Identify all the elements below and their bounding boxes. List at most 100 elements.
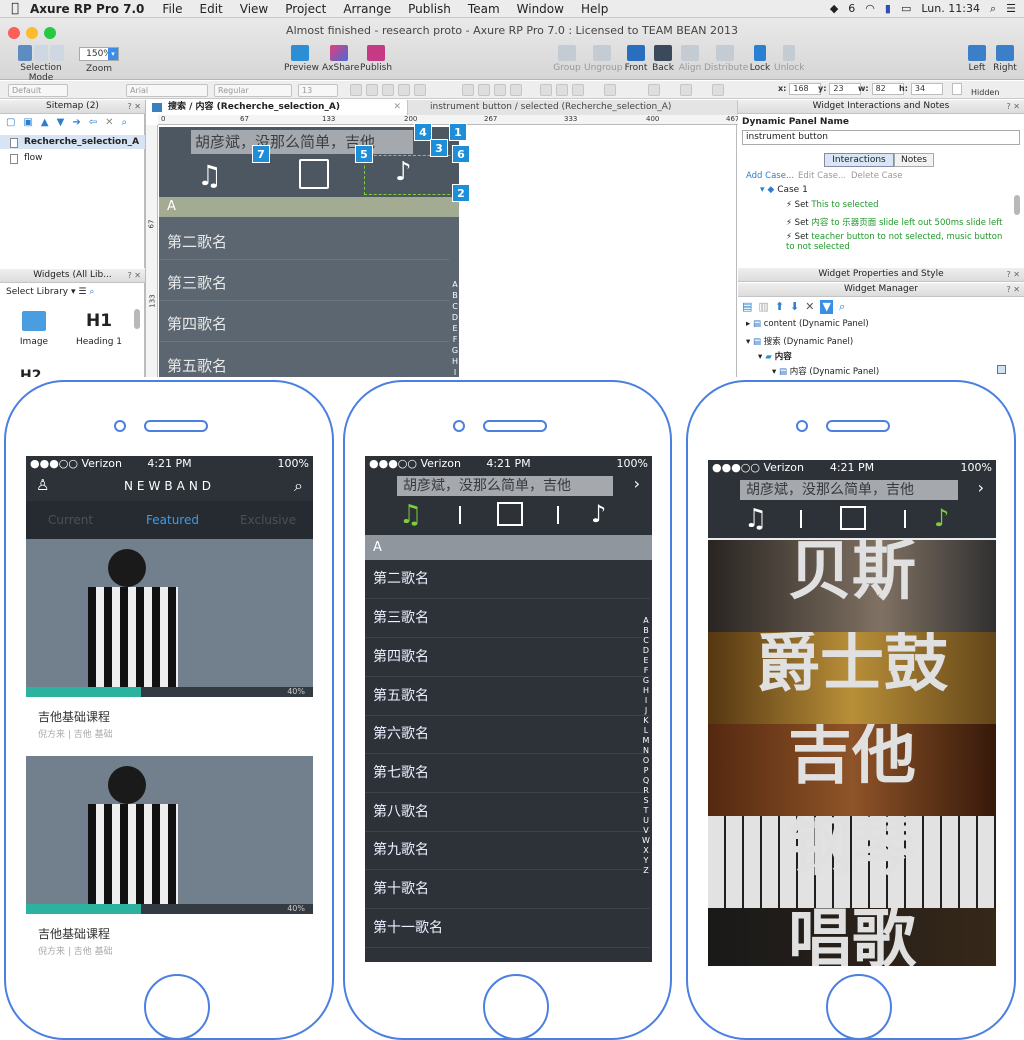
interaction-badge[interactable]: 1	[449, 123, 467, 141]
bold-button[interactable]	[350, 84, 362, 96]
tab-inactive-page[interactable]: instrument button / selected (Recherche_…	[408, 100, 738, 115]
interaction-badge[interactable]: 2	[452, 184, 470, 202]
zoom-select[interactable]: 150% ▾	[79, 47, 119, 61]
song-row[interactable]: 第六歌名	[365, 715, 650, 754]
alpha-letter[interactable]: G	[451, 345, 459, 356]
manager-tree-item[interactable]: ▾ ▰ 内容	[758, 350, 792, 362]
menu-file[interactable]: File	[162, 2, 182, 16]
unlock-button[interactable]: Unlock	[774, 45, 804, 73]
ungroup-button[interactable]: Ungroup	[584, 45, 622, 73]
mock-alpha-index[interactable]: ABCDEFGHI	[451, 279, 459, 377]
alpha-letter[interactable]: S	[641, 796, 651, 806]
add-case-link[interactable]: Add Case...	[746, 171, 794, 181]
alpha-letter[interactable]: H	[451, 356, 459, 367]
home-button[interactable]	[144, 974, 210, 1040]
border-style-button[interactable]	[712, 84, 724, 96]
indent-icon[interactable]: ➔	[72, 117, 80, 128]
search-icon[interactable]: ⌕	[294, 476, 303, 496]
move-up-icon[interactable]: ▲	[41, 117, 49, 128]
panel-name-input[interactable]: instrument button	[742, 130, 1020, 145]
interaction-badge[interactable]: 3	[430, 139, 448, 157]
valign-top-button[interactable]	[540, 84, 552, 96]
alpha-letter[interactable]: D	[451, 312, 459, 323]
outdent-icon[interactable]: ⇦	[89, 117, 97, 128]
teacher-icon[interactable]	[840, 506, 866, 530]
alpha-letter[interactable]: A	[641, 616, 651, 626]
right-panel-button[interactable]: Right	[992, 45, 1018, 73]
front-button[interactable]: Front	[623, 45, 649, 73]
align-right-button[interactable]	[494, 84, 506, 96]
x-field[interactable]: x: 168	[778, 83, 822, 95]
scrollbar[interactable]	[134, 309, 140, 329]
edit-case-link[interactable]: Edit Case...	[798, 171, 846, 181]
manager-tree-item[interactable]: ▸ ▤ content (Dynamic Panel)	[746, 319, 869, 329]
menu-icon[interactable]: ☰	[78, 287, 86, 297]
alpha-letter[interactable]: Z	[641, 866, 651, 876]
valign-middle-button[interactable]	[556, 84, 568, 96]
action-item[interactable]: ⚡ Set This to selected	[786, 200, 879, 210]
group-button[interactable]: Group	[553, 45, 581, 73]
font-color-button[interactable]	[398, 84, 410, 96]
search-box[interactable]: 胡彦斌，没那么简单，吉他	[740, 480, 958, 500]
case-item[interactable]: ▾ ◆ Case 1	[760, 185, 808, 195]
alpha-letter[interactable]: V	[641, 826, 651, 836]
course-image[interactable]	[26, 756, 313, 904]
apple-icon[interactable]: 	[0, 1, 30, 16]
course-title[interactable]: 吉他基础课程	[38, 708, 110, 725]
valign-bottom-button[interactable]	[572, 84, 584, 96]
axshare-button[interactable]: AxShare	[322, 45, 359, 73]
manager-tree-item[interactable]: ▾ ▤ 内容 (Dynamic Panel)	[772, 365, 879, 377]
guitar-icon[interactable]: ♪	[591, 500, 606, 528]
mock-song[interactable]: 第三歌名	[167, 272, 227, 293]
music-note-icon[interactable]: ♫	[197, 159, 222, 192]
x-value[interactable]: 168	[789, 83, 822, 95]
genre-drums[interactable]: 爵士鼓	[708, 632, 996, 724]
alpha-letter[interactable]: O	[641, 756, 651, 766]
selection-mode-button[interactable]: Selection Mode	[10, 45, 72, 83]
app-menu[interactable]: Axure RP Pro 7.0	[30, 2, 144, 16]
close-icon[interactable]: ✕	[393, 100, 401, 115]
alpha-letter[interactable]: J	[641, 706, 651, 716]
menu-arrange[interactable]: Arrange	[343, 2, 391, 16]
alpha-letter[interactable]: X	[641, 846, 651, 856]
music-note-icon[interactable]: ♫	[744, 504, 767, 534]
alpha-letter[interactable]: K	[641, 716, 651, 726]
bullet-button[interactable]	[414, 84, 426, 96]
align-left-button[interactable]	[462, 84, 474, 96]
tab-active-page[interactable]: 搜索 / 内容 (Recherche_selection_A) ✕	[146, 100, 408, 115]
menu-team[interactable]: Team	[468, 2, 500, 16]
mock-song[interactable]: 第五歌名	[167, 355, 227, 376]
alpha-letter[interactable]: L	[641, 726, 651, 736]
underline-button[interactable]	[382, 84, 394, 96]
alpha-letter[interactable]: Q	[641, 776, 651, 786]
interaction-badge[interactable]: 7	[252, 145, 270, 163]
checkbox-box[interactable]	[952, 83, 962, 95]
alpha-letter[interactable]: F	[451, 334, 459, 345]
panel-controls[interactable]: ? ✕	[1007, 283, 1021, 296]
song-row[interactable]: 第十一歌名	[365, 909, 650, 948]
alpha-letter[interactable]: T	[641, 806, 651, 816]
mock-search-box[interactable]: 胡彦斌，没那么简单，吉他	[191, 130, 413, 154]
alpha-letter[interactable]: R	[641, 786, 651, 796]
alpha-letter[interactable]: D	[641, 646, 651, 656]
scrollbar[interactable]	[1014, 195, 1020, 215]
delete-case-link[interactable]: Delete Case	[851, 171, 902, 181]
move-up-icon[interactable]: ⬆	[775, 300, 784, 314]
mock-song[interactable]: 第四歌名	[167, 313, 227, 334]
search-icon[interactable]: ⌕	[990, 2, 996, 16]
move-down-icon[interactable]: ⬇	[790, 300, 799, 314]
back-button[interactable]: Back	[650, 45, 676, 73]
search-icon[interactable]: ⌕	[89, 287, 94, 297]
delete-icon[interactable]: ✕	[805, 300, 814, 314]
tab-interactions[interactable]: Interactions	[824, 153, 894, 167]
border-width-button[interactable]	[680, 84, 692, 96]
delete-icon[interactable]: ✕	[105, 117, 113, 128]
add-state-icon[interactable]: ▤	[742, 300, 752, 314]
y-value[interactable]: 23	[829, 83, 862, 95]
w-field[interactable]: w: 82	[858, 83, 904, 95]
home-button[interactable]	[826, 974, 892, 1040]
chevron-right-icon[interactable]: ›	[978, 478, 984, 497]
justify-button[interactable]	[510, 84, 522, 96]
alpha-letter[interactable]: B	[451, 290, 459, 301]
alpha-letter[interactable]: G	[641, 676, 651, 686]
